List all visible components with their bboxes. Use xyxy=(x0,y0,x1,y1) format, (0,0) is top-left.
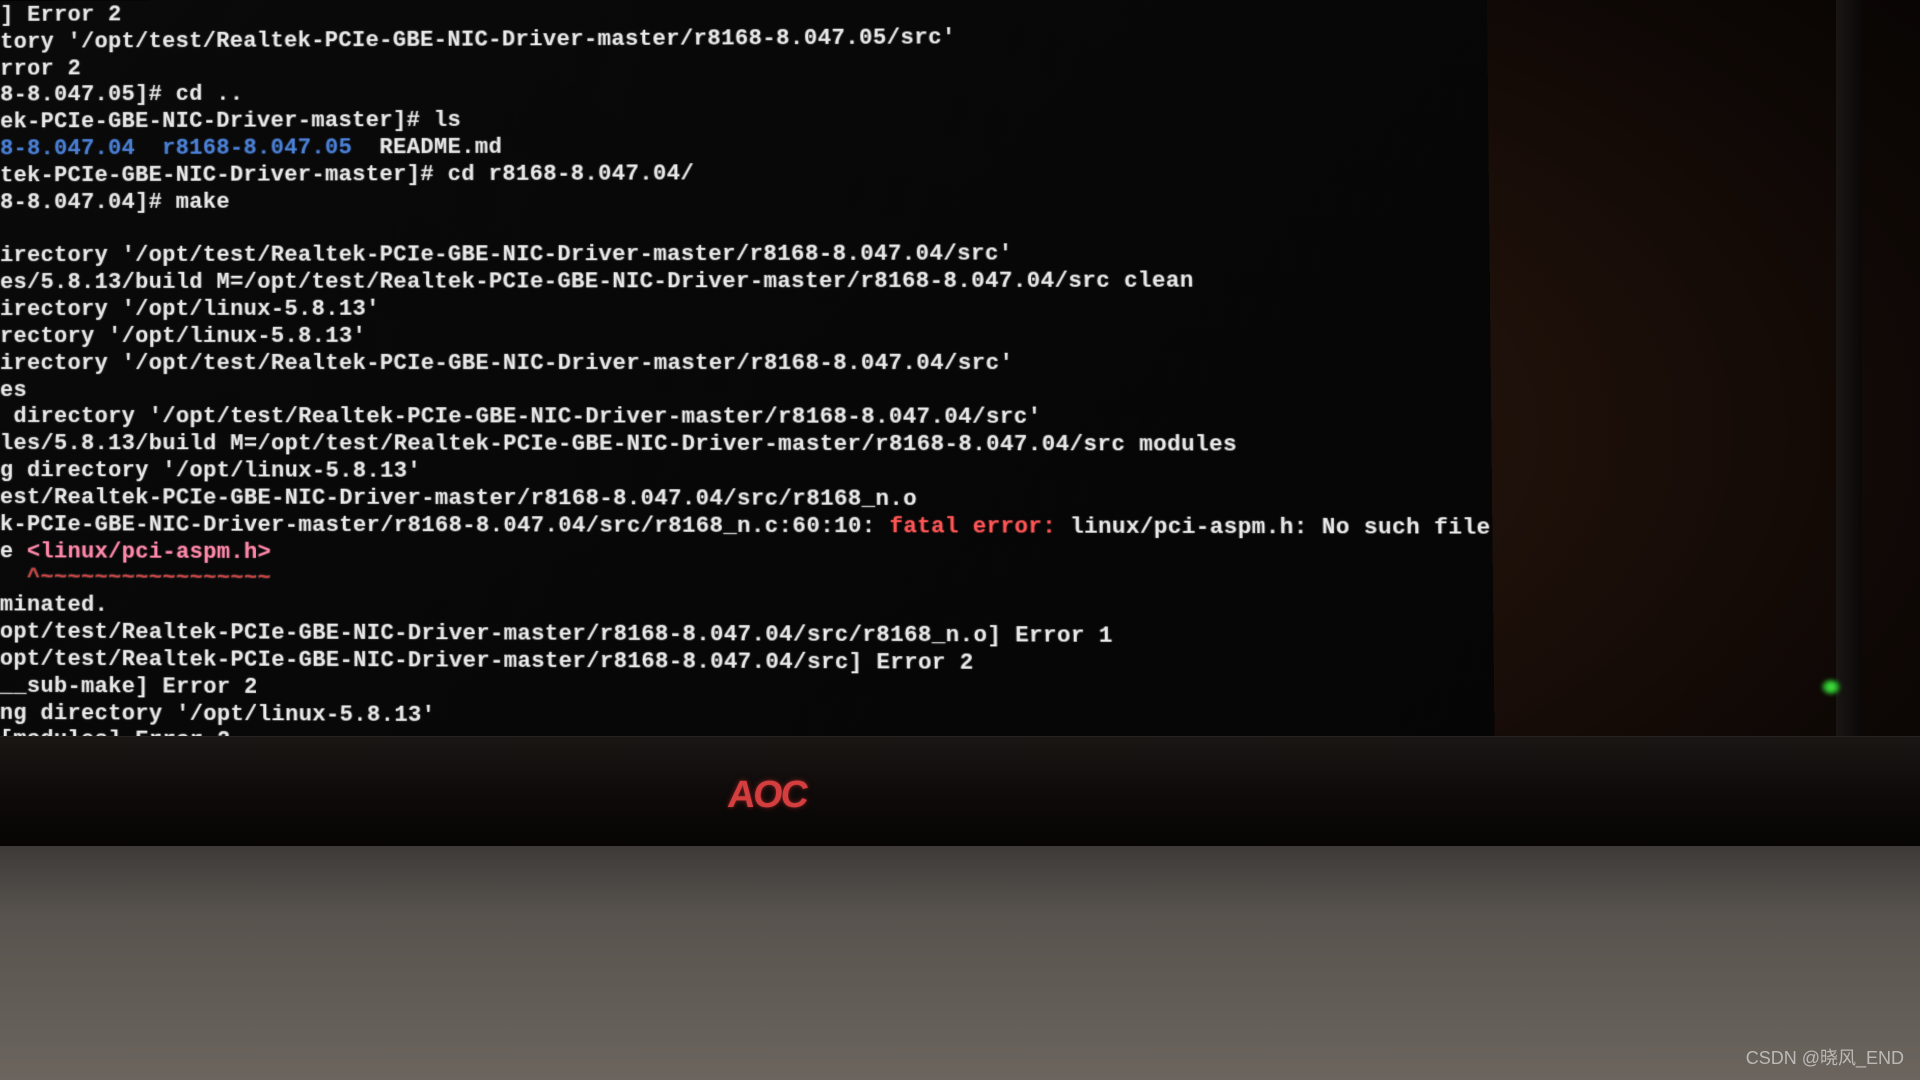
terminal-text-segment: les/5.8.13/build M=/opt/test/Realtek-PCI… xyxy=(0,431,1237,458)
terminal-line: irectory '/opt/test/Realtek-PCIe-GBE-NIC… xyxy=(0,241,1490,271)
terminal-line: g directory '/opt/linux-5.8.13' xyxy=(0,458,1492,487)
terminal-text-segment: r8168-8.047.05 xyxy=(162,135,352,161)
terminal-text-segment: 8-8.047.04]# make xyxy=(0,189,230,215)
terminal-text-segment: linux/pci-aspm.h: No such file or direct… xyxy=(1070,514,1495,541)
terminal-line: 8-8.047.04]# make xyxy=(0,186,1489,217)
terminal-text-segment: est/Realtek-PCIe-GBE-NIC-Driver-master/r… xyxy=(0,485,917,512)
terminal-text-segment: opt/test/Realtek-PCIe-GBE-NIC-Driver-mas… xyxy=(0,646,974,675)
terminal-text-segment: ng directory '/opt/linux-5.8.13' xyxy=(0,700,435,727)
terminal-line: es/5.8.13/build M=/opt/test/Realtek-PCIe… xyxy=(0,268,1490,297)
terminal-text-segment: opt/test/Realtek-PCIe-GBE-NIC-Driver-mas… xyxy=(0,619,1113,649)
power-led xyxy=(1822,680,1840,694)
terminal-text-segment: rectory '/opt/linux-5.8.13' xyxy=(0,324,366,349)
terminal-line: directory '/opt/test/Realtek-PCIe-GBE-NI… xyxy=(0,404,1491,432)
terminal-output: ] Error 2tory '/opt/test/Realtek-PCIe-GB… xyxy=(0,0,1495,749)
terminal-text-segment: g directory '/opt/linux-5.8.13' xyxy=(0,458,421,484)
terminal-line: es xyxy=(0,378,1491,406)
terminal-text-segment: tory '/opt/test/Realtek-PCIe-GBE-NIC-Dri… xyxy=(0,25,956,55)
terminal-text-segment: fatal error: xyxy=(889,514,1070,540)
terminal-screen[interactable]: ] Error 2tory '/opt/test/Realtek-PCIe-GB… xyxy=(0,0,1495,749)
terminal-text-segment: tek-PCIe-GBE-NIC-Driver-master]# cd r816… xyxy=(0,161,694,188)
terminal-text-segment: ^~~~~~~~~~~~~~~~~~ xyxy=(27,566,271,592)
terminal-line: est/Realtek-PCIe-GBE-NIC-Driver-master/r… xyxy=(0,485,1492,515)
terminal-line: irectory '/opt/linux-5.8.13' xyxy=(0,296,1490,324)
monitor-frame: ] Error 2tory '/opt/test/Realtek-PCIe-GB… xyxy=(0,0,1920,1080)
monitor-brand-logo: AOC xyxy=(726,774,809,817)
terminal-text-segment xyxy=(135,136,162,161)
terminal-text-segment: __sub-make] Error 2 xyxy=(0,673,258,699)
terminal-text-segment: minated. xyxy=(0,593,108,618)
terminal-text-segment: ek-PCIe-GBE-NIC-Driver-master]# ls xyxy=(0,108,461,135)
terminal-text-segment: 8-8.047.04 xyxy=(0,136,135,161)
terminal-text-segment: es xyxy=(0,378,27,403)
terminal-line: ^~~~~~~~~~~~~~~~~~ xyxy=(0,566,1493,598)
terminal-text-segment: irectory '/opt/test/Realtek-PCIe-GBE-NIC… xyxy=(0,242,1013,269)
terminal-line: tek-PCIe-GBE-NIC-Driver-master]# cd r816… xyxy=(0,159,1489,190)
terminal-text-segment xyxy=(0,566,27,591)
terminal-text-segment: README.md xyxy=(352,135,502,161)
terminal-text-segment: directory '/opt/test/Realtek-PCIe-GBE-NI… xyxy=(0,404,1042,430)
terminal-line: les/5.8.13/build M=/opt/test/Realtek-PCI… xyxy=(0,431,1492,460)
terminal-line: k-PCIe-GBE-NIC-Driver-master/r8168-8.047… xyxy=(0,512,1493,543)
monitor-bezel-bottom xyxy=(0,736,1920,846)
terminal-text-segment: rror 2 xyxy=(0,56,81,81)
terminal-text-segment: irectory '/opt/linux-5.8.13' xyxy=(0,297,380,322)
terminal-text-segment: e xyxy=(0,539,27,564)
terminal-line: rectory '/opt/linux-5.8.13' xyxy=(0,323,1491,351)
monitor-bezel-right xyxy=(1836,0,1862,740)
desk-surface xyxy=(0,846,1920,1080)
terminal-text-segment: k-PCIe-GBE-NIC-Driver-master/r8168-8.047… xyxy=(0,512,889,539)
terminal-line xyxy=(0,214,1489,244)
terminal-text-segment: 8-8.047.05]# cd .. xyxy=(0,82,243,108)
terminal-text-segment xyxy=(0,217,14,242)
terminal-text-segment: es/5.8.13/build M=/opt/test/Realtek-PCIe… xyxy=(0,269,1194,296)
terminal-line: irectory '/opt/test/Realtek-PCIe-GBE-NIC… xyxy=(0,350,1491,377)
watermark-text: CSDN @晓风_END xyxy=(1746,1044,1904,1070)
terminal-text-segment: <linux/pci-aspm.h> xyxy=(27,539,271,565)
terminal-text-segment: irectory '/opt/test/Realtek-PCIe-GBE-NIC… xyxy=(0,350,1013,375)
terminal-text-segment: ] Error 2 xyxy=(0,2,121,28)
